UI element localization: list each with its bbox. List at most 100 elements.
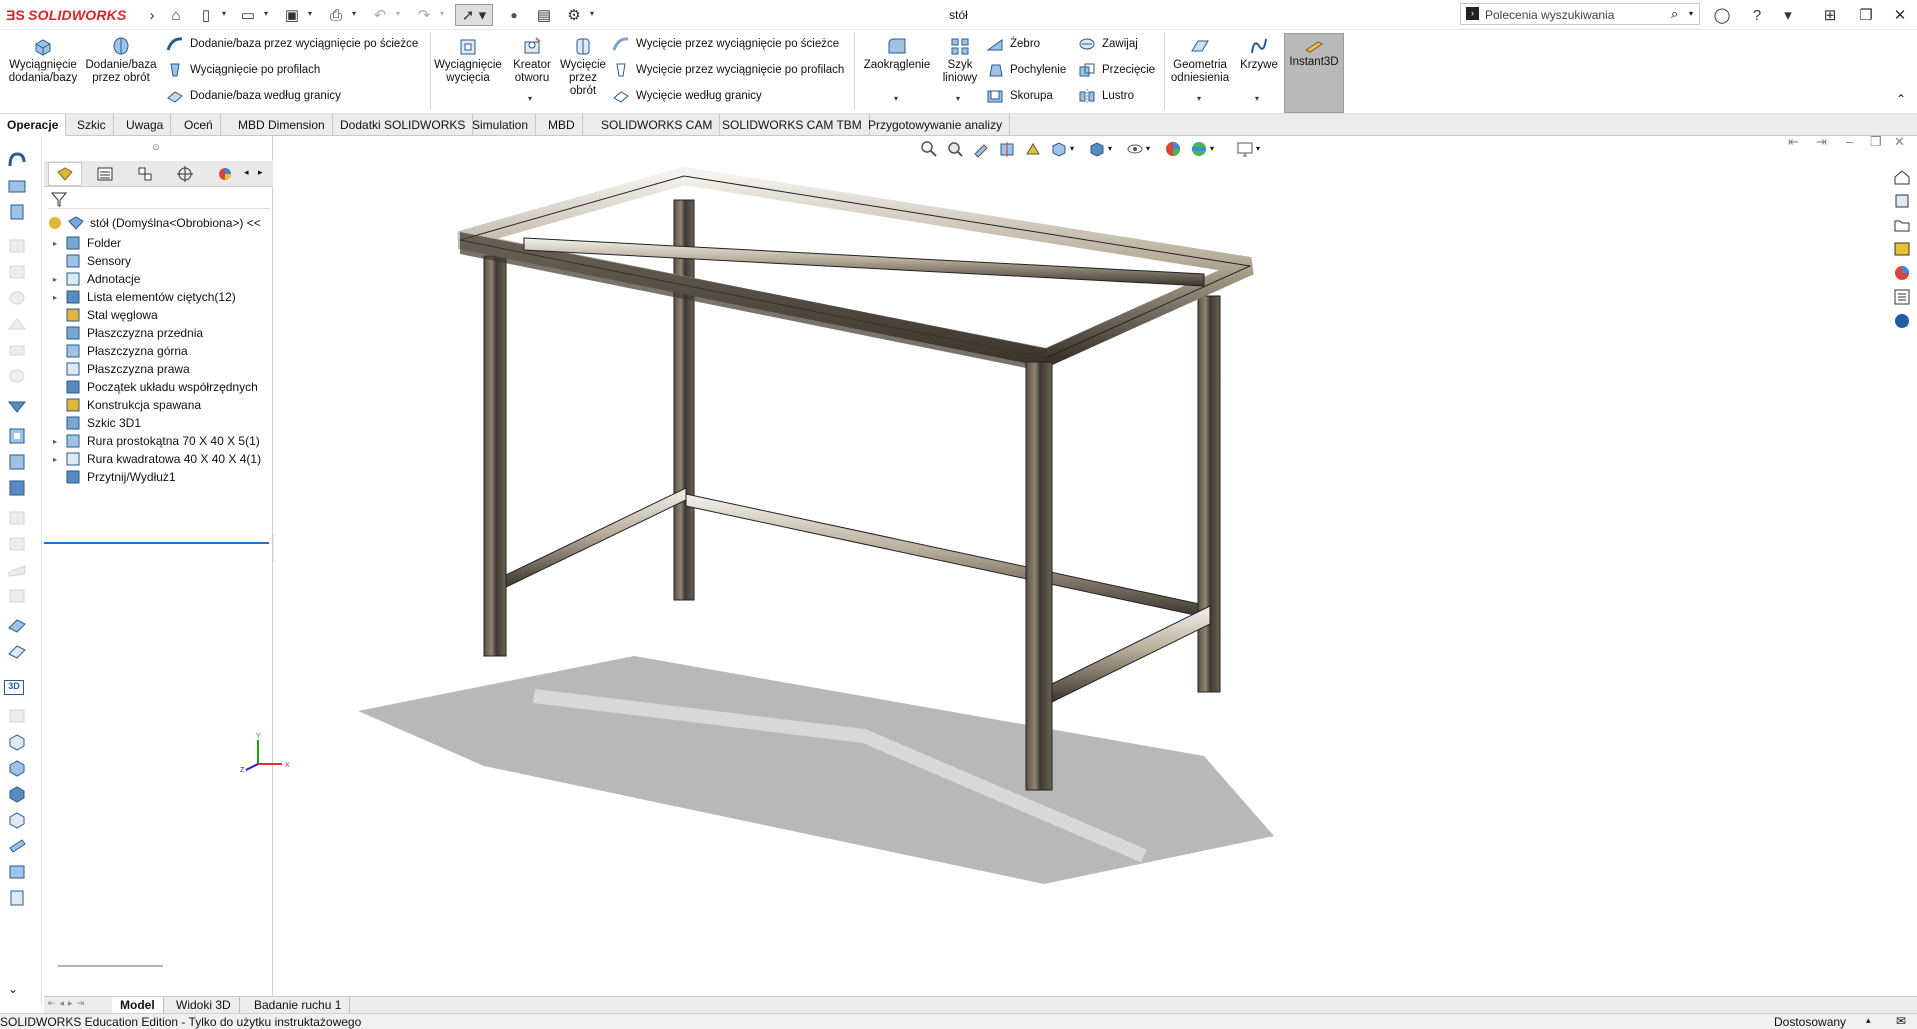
end-cap-icon[interactable]: [6, 478, 28, 498]
3d-sketch-icon[interactable]: 3D: [4, 680, 24, 695]
lofted-boss-button[interactable]: Wyciągnięcie po profilach: [166, 59, 320, 81]
tree-item[interactable]: ▸ Folder: [44, 233, 273, 253]
weld-tool-icon[interactable]: [6, 394, 28, 414]
help-icon[interactable]: ?: [1745, 4, 1769, 26]
display-manager-tab-icon[interactable]: [208, 162, 242, 186]
part-tool-icon[interactable]: [6, 862, 28, 882]
tree-item[interactable]: Konstrukcja spawana: [44, 395, 273, 415]
tab-szkic[interactable]: Szkic: [70, 114, 114, 136]
tab-scroll-arrows-icon[interactable]: ⇤◂▸⇥: [48, 998, 88, 1009]
pattern-dropdown-icon[interactable]: ▾: [956, 94, 960, 103]
rib-button[interactable]: Żebro: [986, 33, 1040, 55]
linear-pattern-button[interactable]: Szyk liniowy: [938, 34, 982, 85]
tab-uwaga[interactable]: Uwaga: [119, 114, 172, 136]
extrude-tool-icon[interactable]: [6, 176, 28, 196]
tab-przygotowywanie-analizy[interactable]: Przygotowywanie analizy: [861, 114, 1011, 136]
dimxpert-tab-icon[interactable]: [168, 162, 202, 186]
panel-horizontal-scrollbar[interactable]: [58, 965, 163, 967]
tree-root-part[interactable]: stół (Domyślna<Obrobiona>) <<: [44, 213, 273, 233]
table-frame-model[interactable]: [274, 136, 1874, 996]
boundary-boss-button[interactable]: Dodanie/baza według granicy: [166, 85, 341, 107]
window-restore-icon[interactable]: ❐: [1854, 4, 1878, 26]
collapse-ribbon-icon[interactable]: ⌃: [1896, 92, 1906, 106]
graphics-area[interactable]: ▾ ▾ ▾ ▾ ▾ ⇤ ⇥ – ❐ ✕ Y X Z: [240, 134, 1917, 996]
tree-item[interactable]: Płaszczyzna górna: [44, 341, 273, 361]
units-dropdown-icon[interactable]: ▴: [1866, 1015, 1871, 1026]
part-tool-icon[interactable]: [6, 784, 28, 804]
expand-arrow-icon[interactable]: ▸: [50, 455, 60, 464]
part-tool-icon[interactable]: [6, 888, 28, 908]
intersect-button[interactable]: Przecięcie: [1078, 59, 1155, 81]
tree-item[interactable]: ▸ Rura kwadratowa 40 X 40 X 4(1): [44, 449, 273, 469]
search-icon[interactable]: ⌕: [1671, 6, 1678, 22]
view-palette-icon[interactable]: [1893, 240, 1911, 258]
fillet-button[interactable]: Zaokrąglenie: [858, 34, 936, 72]
solidworks-resources-icon[interactable]: [1893, 168, 1911, 186]
wrap-button[interactable]: Zawijaj: [1078, 33, 1138, 55]
tab-mbd-dimension[interactable]: MBD Dimension: [231, 114, 333, 136]
expand-arrow-icon[interactable]: ▸: [50, 239, 60, 248]
sheet-metal-icon[interactable]: [6, 614, 28, 634]
more-tools-chevron-icon[interactable]: ⌄: [8, 982, 18, 996]
panel-grip-icon[interactable]: ⊙: [152, 142, 160, 153]
tab-operacje[interactable]: Operacje: [0, 114, 67, 136]
tree-item[interactable]: Stal węglowa: [44, 305, 273, 325]
sheet-metal-flange-icon[interactable]: [6, 640, 28, 660]
tab-solidworks-cam[interactable]: SOLIDWORKS CAM: [594, 114, 721, 136]
swept-boss-button[interactable]: Dodanie/baza przez wyciągnięcie po ścież…: [166, 33, 418, 55]
tree-item[interactable]: Płaszczyzna prawa: [44, 359, 273, 379]
custom-properties-icon[interactable]: [1893, 288, 1911, 306]
extrude-boss-button[interactable]: Wyciągnięcie dodania/bazy: [6, 34, 80, 85]
expand-arrow-icon[interactable]: ▸: [50, 437, 60, 446]
viewport-close-icon[interactable]: ✕: [1894, 134, 1905, 150]
structural-member-icon[interactable]: [6, 426, 28, 446]
tabs-scroll-left-icon[interactable]: ◂: [244, 167, 249, 178]
design-library-icon[interactable]: [1893, 192, 1911, 210]
tabs-scroll-right-icon[interactable]: ▸: [258, 167, 263, 178]
part-tool-icon[interactable]: [6, 758, 28, 778]
tree-item[interactable]: Szkic 3D1: [44, 413, 273, 433]
tab-widoki-3d[interactable]: Widoki 3D: [168, 997, 240, 1013]
reference-geometry-button[interactable]: Geometria odniesienia: [1166, 34, 1234, 85]
tree-item[interactable]: Sensory: [44, 251, 273, 271]
tree-item[interactable]: Początek układu współrzędnych: [44, 377, 273, 397]
part-tool-icon[interactable]: [6, 732, 28, 752]
search-dropdown-icon[interactable]: ▾: [1689, 9, 1693, 18]
window-tile-icon[interactable]: ⊞: [1818, 4, 1842, 26]
configuration-manager-tab-icon[interactable]: [128, 162, 162, 186]
lofted-cut-button[interactable]: Wycięcie przez wyciągnięcie po profilach: [612, 59, 844, 81]
window-close-icon[interactable]: ✕: [1888, 4, 1912, 26]
feature-tree-tab-icon[interactable]: [48, 162, 82, 186]
ref-geometry-dropdown-icon[interactable]: ▾: [1197, 94, 1201, 103]
fillet-dropdown-icon[interactable]: ▾: [894, 94, 898, 103]
revolve-tool-icon[interactable]: [6, 150, 28, 170]
tree-item[interactable]: Przytnij/Wydłuż1: [44, 467, 273, 487]
curves-button[interactable]: Krzywe: [1236, 34, 1282, 72]
draft-button[interactable]: Pochylenie: [986, 59, 1066, 81]
rollback-bar[interactable]: [44, 542, 269, 544]
revolved-cut-button[interactable]: Wycięcie przez obrót: [558, 34, 608, 98]
tab-solidworks-cam-tbm[interactable]: SOLIDWORKS CAM TBM: [715, 114, 870, 136]
tree-filter-box[interactable]: [48, 189, 270, 209]
chat-icon[interactable]: ✉: [1896, 1014, 1906, 1028]
curves-dropdown-icon[interactable]: ▾: [1255, 94, 1259, 103]
tree-item[interactable]: ▸ Adnotacje: [44, 269, 273, 289]
shell-button[interactable]: Skorupa: [986, 85, 1053, 107]
instant3d-button[interactable]: Instant3D: [1284, 33, 1344, 113]
part-tool-icon[interactable]: [6, 810, 28, 830]
filter-icon[interactable]: [51, 191, 67, 207]
hole-wizard-button[interactable]: Kreator otworu: [506, 34, 558, 85]
boss-tool-icon[interactable]: [6, 202, 28, 222]
revolve-boss-button[interactable]: Dodanie/baza przez obrót: [84, 34, 158, 85]
tab-ocen[interactable]: Oceń: [177, 114, 221, 136]
boundary-cut-button[interactable]: Wycięcie według granicy: [612, 85, 762, 107]
trim-extend-icon[interactable]: [6, 452, 28, 472]
command-search-box[interactable]: › Polecenia wyszukiwania ⌕ ▾: [1460, 3, 1700, 25]
swept-cut-button[interactable]: Wycięcie przez wyciągnięcie po ścieżce: [612, 33, 839, 55]
part-tool-icon[interactable]: [6, 836, 28, 856]
tab-model[interactable]: Model: [112, 997, 164, 1013]
solidworks-forum-icon[interactable]: [1893, 312, 1911, 330]
file-explorer-icon[interactable]: [1893, 216, 1911, 234]
user-account-icon[interactable]: ◯: [1710, 4, 1734, 26]
mirror-button[interactable]: Lustro: [1078, 85, 1134, 107]
